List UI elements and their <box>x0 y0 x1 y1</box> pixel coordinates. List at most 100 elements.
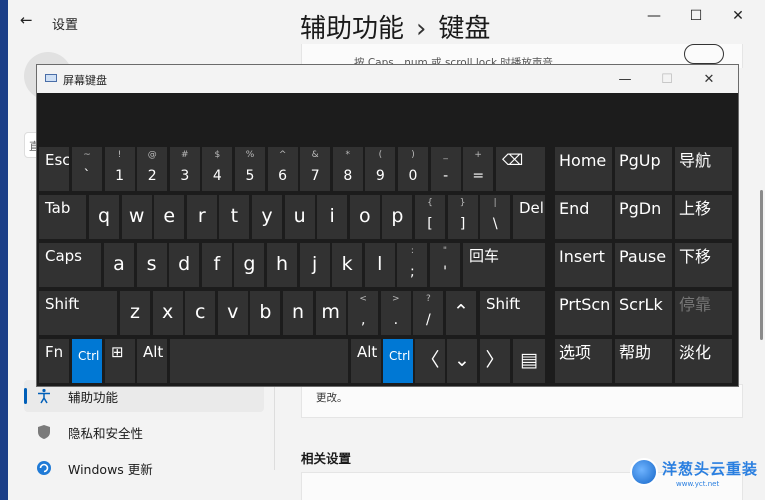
key-u[interactable]: u <box>284 195 315 239</box>
key-fn[interactable]: Fn <box>39 339 69 383</box>
key-o[interactable]: o <box>349 195 380 239</box>
key-q[interactable]: q <box>89 195 119 239</box>
setting-card-text: 更改。 <box>316 392 348 404</box>
key-backtick[interactable]: ~ ` <box>72 147 102 191</box>
key-rbracket[interactable]: }] <box>447 195 478 239</box>
key-slash[interactable]: ? / <box>413 291 444 335</box>
key-pgup[interactable]: PgUp <box>615 147 672 191</box>
close-button[interactable]: ✕ <box>717 4 759 28</box>
key-mm[interactable]: m <box>315 291 346 335</box>
breadcrumb-current: 键盘 <box>438 14 491 44</box>
key-prtscn[interactable]: PrtScn <box>555 291 612 335</box>
key-f[interactable]: f <box>201 243 232 287</box>
key-0[interactable]: ) 0 <box>398 147 428 191</box>
key-l[interactable]: l <box>364 243 395 287</box>
key-ralt[interactable]: Alt <box>351 339 381 383</box>
key-navigate[interactable]: 导航 <box>675 147 732 191</box>
key-label: End <box>559 199 590 218</box>
back-arrow-icon[interactable]: ← <box>20 11 40 31</box>
key-b[interactable]: b <box>250 291 281 335</box>
key-options[interactable]: 选项 <box>555 339 612 383</box>
osk-minimize-button[interactable]: — <box>604 68 646 90</box>
key-lshift[interactable]: Shift <box>39 291 117 335</box>
key-rctrl[interactable]: Ctrl <box>383 339 413 383</box>
key-quote[interactable]: " ' <box>430 243 460 287</box>
key-space[interactable] <box>170 339 348 383</box>
key-menu[interactable]: ▤ <box>513 339 545 383</box>
key-right[interactable]: 〉 <box>480 339 510 383</box>
key-scrlk[interactable]: ScrLk <box>615 291 672 335</box>
key-6[interactable]: ^ 6 <box>267 147 298 191</box>
key-r[interactable]: r <box>186 195 217 239</box>
key-label: ▤ <box>520 349 538 371</box>
key-fade[interactable]: 淡化 <box>675 339 732 383</box>
key-9[interactable]: (9 <box>365 147 396 191</box>
key-7[interactable]: & 7 <box>300 147 331 191</box>
key-p[interactable]: p <box>382 195 413 239</box>
key-rshift[interactable]: Shift <box>480 291 545 335</box>
key-d[interactable]: d <box>169 243 200 287</box>
key-lbracket[interactable]: {[ <box>415 195 445 239</box>
key-w[interactable]: w <box>121 195 152 239</box>
key-esc[interactable]: Esc <box>39 147 69 191</box>
key-g[interactable]: g <box>234 243 265 287</box>
sidebar-item-windows-update[interactable]: Windows 更新 <box>24 452 264 484</box>
key-a[interactable]: a <box>104 243 134 287</box>
maximize-button[interactable]: ☐ <box>675 4 717 28</box>
key-1[interactable]: ! 1 <box>104 147 135 191</box>
key-label: m <box>321 301 340 323</box>
breadcrumb-parent[interactable]: 辅助功能 <box>300 14 404 44</box>
key-2[interactable]: @2 <box>137 147 168 191</box>
key-8[interactable]: * 8 <box>332 147 363 191</box>
key-enter[interactable]: 回车 <box>463 243 545 287</box>
key-lalt[interactable]: Alt <box>137 339 167 383</box>
minimize-button[interactable]: — <box>633 4 675 28</box>
key-up[interactable]: ⌃ <box>446 291 476 335</box>
key-label: " <box>442 246 448 256</box>
key-t[interactable]: t <box>219 195 250 239</box>
scrollbar[interactable] <box>760 190 763 340</box>
key-caps[interactable]: Caps <box>39 243 101 287</box>
watermark: 洋葱头云重装 www.yct.net <box>628 456 765 500</box>
key-c[interactable]: c <box>185 291 216 335</box>
key-insert[interactable]: Insert <box>555 243 612 287</box>
key-del[interactable]: Del <box>513 195 545 239</box>
key-i[interactable]: i <box>317 195 348 239</box>
key-help[interactable]: 帮助 <box>615 339 672 383</box>
key-win[interactable]: ⊞ <box>105 339 135 383</box>
key-h[interactable]: h <box>267 243 297 287</box>
key-5[interactable]: % 5 <box>235 147 265 191</box>
key-backspace[interactable]: ⌫ <box>496 147 545 191</box>
key-pause[interactable]: Pause <box>615 243 672 287</box>
key-e[interactable]: e <box>154 195 185 239</box>
key-down[interactable]: ⌄ <box>447 339 477 383</box>
key-left[interactable]: 〈 <box>415 339 445 383</box>
key-home[interactable]: Home <box>555 147 612 191</box>
key-period[interactable]: >. <box>380 291 411 335</box>
key-end[interactable]: End <box>555 195 612 239</box>
key-equals[interactable]: + = <box>463 147 494 191</box>
key-s[interactable]: s <box>136 243 167 287</box>
key-moveup[interactable]: 上移 <box>675 195 732 239</box>
key-v[interactable]: v <box>217 291 248 335</box>
key-backslash[interactable]: | \ <box>480 195 511 239</box>
key-z[interactable]: z <box>120 291 150 335</box>
key-comma[interactable]: <, <box>348 291 379 335</box>
key-tab[interactable]: Tab <box>39 195 86 239</box>
sound-toggle[interactable] <box>684 44 724 64</box>
key-lctrl[interactable]: Ctrl <box>72 339 102 383</box>
key-j[interactable]: j <box>299 243 330 287</box>
key-label: Ctrl <box>389 349 411 363</box>
osk-close-button[interactable]: ✕ <box>688 68 730 90</box>
key-3[interactable]: #3 <box>169 147 200 191</box>
key-movedown[interactable]: 下移 <box>675 243 732 287</box>
key-4[interactable]: $4 <box>202 147 233 191</box>
sidebar-item-privacy[interactable]: 隐私和安全性 <box>24 416 264 448</box>
key-y[interactable]: y <box>252 195 282 239</box>
key-x[interactable]: x <box>152 291 183 335</box>
key-semicolon[interactable]: :; <box>397 243 428 287</box>
key-minus[interactable]: _ - <box>430 147 461 191</box>
key-kk[interactable]: k <box>332 243 363 287</box>
key-pgdn[interactable]: PgDn <box>615 195 672 239</box>
key-n[interactable]: n <box>283 291 313 335</box>
